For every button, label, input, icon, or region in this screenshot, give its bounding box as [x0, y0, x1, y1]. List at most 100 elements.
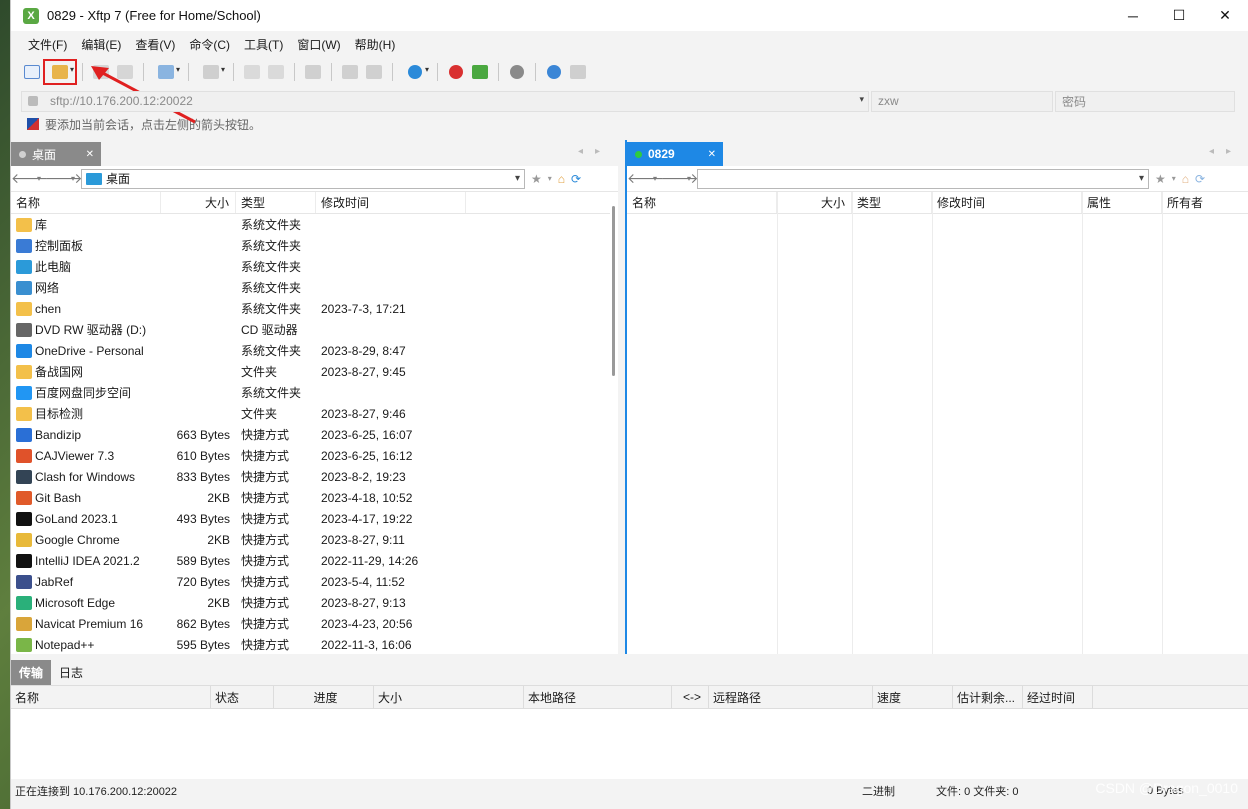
forward-icon[interactable]: 🡒	[661, 170, 699, 187]
col-direction[interactable]: <->	[672, 686, 709, 708]
close-tab-icon[interactable]: ✕	[86, 149, 94, 160]
favorites-star-icon[interactable]: ★	[531, 172, 542, 186]
local-scrollbar[interactable]	[610, 192, 618, 654]
table-row[interactable]: 库 系统文件夹	[11, 214, 618, 235]
col-type[interactable]: 类型	[852, 192, 932, 213]
remote-path-input[interactable]: ▾	[697, 168, 1149, 189]
table-row[interactable]: Google Chrome 2KB 快捷方式 2023-8-27, 9:11	[11, 529, 618, 550]
new-session-button[interactable]	[21, 61, 43, 83]
tab-scroll-arrows[interactable]: ◂▸	[578, 146, 612, 157]
col-name[interactable]: 名称	[11, 192, 161, 213]
table-row[interactable]: 网络 系统文件夹	[11, 277, 618, 298]
col-eta[interactable]: 估计剩余...	[953, 686, 1023, 708]
table-row[interactable]: 控制面板 系统文件夹	[11, 235, 618, 256]
menu-file[interactable]: 文件(F)	[21, 36, 74, 53]
table-row[interactable]: 目标检测 文件夹 2023-8-27, 9:46	[11, 403, 618, 424]
table-row[interactable]: Clash for Windows 833 Bytes 快捷方式 2023-8-2, …	[11, 466, 618, 487]
forward-history-icon[interactable]: ▾	[67, 174, 79, 183]
table-row[interactable]: chen 系统文件夹 2023-7-3, 17:21	[11, 298, 618, 319]
col-owner[interactable]: 所有者	[1162, 192, 1248, 213]
refresh-icon[interactable]: ⟳	[1195, 172, 1205, 186]
xftp-button[interactable]	[469, 61, 491, 83]
chevron-down-icon[interactable]: ▾	[859, 94, 864, 105]
table-row[interactable]: CAJViewer 7.3 610 Bytes 快捷方式 2023-6-25, 16:…	[11, 445, 618, 466]
new-file-button[interactable]	[241, 61, 263, 83]
chevron-down-icon[interactable]: ▾	[1139, 173, 1144, 184]
back-history-icon[interactable]: ▾	[33, 174, 45, 183]
table-row[interactable]: Bandizip 663 Bytes 快捷方式 2023-6-25, 16:07	[11, 424, 618, 445]
tab-remote-session[interactable]: 0829 ✕	[627, 142, 723, 166]
col-elapsed[interactable]: 经过时间	[1023, 686, 1093, 708]
table-row[interactable]: JabRef 720 Bytes 快捷方式 2023-5-4, 11:52	[11, 571, 618, 592]
table-row[interactable]: GoLand 2023.1 493 Bytes 快捷方式 2023-4-17, 19:…	[11, 508, 618, 529]
home-folder-icon[interactable]: ⌂	[558, 172, 565, 186]
menu-edit[interactable]: 编辑(E)	[74, 36, 128, 53]
table-row[interactable]: Git Bash 2KB 快捷方式 2023-4-18, 10:52	[11, 487, 618, 508]
table-row[interactable]: 百度网盘同步空间 系统文件夹	[11, 382, 618, 403]
table-row[interactable]: OneDrive - Personal 系统文件夹 2023-8-29, 8:47	[11, 340, 618, 361]
open-session-button[interactable]	[43, 59, 77, 85]
col-modified[interactable]: 修改时间	[932, 192, 1082, 213]
tab-transfer[interactable]: 传输	[11, 660, 52, 685]
file-size: 862 Bytes	[176, 616, 230, 631]
favorites-dropdown-icon[interactable]: ▾	[548, 174, 552, 183]
col-size[interactable]: 大小	[374, 686, 524, 708]
table-row[interactable]: Microsoft Edge 2KB 快捷方式 2023-8-27, 9:13	[11, 592, 618, 613]
encoding-button[interactable]	[400, 61, 430, 83]
local-path-input[interactable]: 桌面 ▾	[81, 168, 525, 189]
menu-tools[interactable]: 工具(T)	[237, 36, 290, 53]
col-name[interactable]: 名称	[11, 686, 211, 708]
col-status[interactable]: 状态	[211, 686, 274, 708]
col-size[interactable]: 大小	[777, 192, 852, 213]
tab-log[interactable]: 日志	[51, 660, 91, 685]
col-remote-path[interactable]: 远程路径	[709, 686, 873, 708]
back-history-icon[interactable]: ▾	[649, 174, 661, 183]
tab-desktop[interactable]: 桌面 ✕	[11, 142, 101, 166]
col-progress[interactable]: 进度	[274, 686, 374, 708]
forward-icon[interactable]: 🡒	[45, 170, 83, 187]
close-tab-icon[interactable]: ✕	[708, 149, 716, 160]
file-name: Git Bash	[35, 490, 82, 505]
minimize-button[interactable]: ─	[1110, 0, 1156, 31]
col-attributes[interactable]: 属性	[1082, 192, 1162, 213]
home-folder-icon[interactable]: ⌂	[1182, 172, 1189, 186]
menu-view[interactable]: 查看(V)	[128, 36, 182, 53]
table-row[interactable]: IntelliJ IDEA 2021.2 589 Bytes 快捷方式 2022-11…	[11, 550, 618, 571]
feedback-button[interactable]	[567, 61, 589, 83]
options-button[interactable]	[506, 61, 528, 83]
menu-help[interactable]: 帮助(H)	[348, 36, 403, 53]
sync-button[interactable]	[302, 61, 324, 83]
table-row[interactable]: 备战国网 文件夹 2023-8-27, 9:45	[11, 361, 618, 382]
col-speed[interactable]: 速度	[873, 686, 953, 708]
close-button[interactable]: ✕	[1202, 0, 1248, 31]
col-name[interactable]: 名称	[627, 192, 777, 213]
col-size[interactable]: 大小	[161, 192, 236, 213]
col-local-path[interactable]: 本地路径	[524, 686, 672, 708]
copy-file-button[interactable]	[265, 61, 287, 83]
bookmark-flag-icon[interactable]	[27, 118, 39, 130]
table-row[interactable]: DVD RW 驱动器 (D:) CD 驱动器	[11, 319, 618, 340]
refresh-icon[interactable]: ⟳	[571, 172, 581, 186]
menu-command[interactable]: 命令(C)	[182, 36, 237, 53]
host-input[interactable]: sftp://10.176.200.12:20022 ▾	[21, 90, 869, 112]
password-input[interactable]: 密码	[1055, 90, 1235, 112]
col-modified[interactable]: 修改时间	[316, 192, 466, 213]
table-row[interactable]: 此电脑 系统文件夹	[11, 256, 618, 277]
back-icon[interactable]: 🡐	[627, 170, 665, 187]
paste-button[interactable]	[363, 61, 385, 83]
help-button[interactable]	[543, 61, 565, 83]
back-icon[interactable]: 🡐	[11, 170, 49, 187]
xshell-button[interactable]	[445, 61, 467, 83]
chevron-down-icon[interactable]: ▾	[515, 173, 520, 184]
col-type[interactable]: 类型	[236, 192, 316, 213]
tab-scroll-arrows[interactable]: ◂▸	[1209, 146, 1243, 157]
table-row[interactable]: Navicat Premium 16 862 Bytes 快捷方式 2023-4-23…	[11, 613, 618, 634]
maximize-button[interactable]: ☐	[1156, 0, 1202, 31]
menu-window[interactable]: 窗口(W)	[290, 36, 347, 53]
username-input[interactable]: zxw	[871, 90, 1053, 112]
forward-history-icon[interactable]: ▾	[683, 174, 695, 183]
favorites-star-icon[interactable]: ★	[1155, 172, 1166, 186]
copy-button[interactable]	[339, 61, 361, 83]
favorites-dropdown-icon[interactable]: ▾	[1172, 174, 1176, 183]
table-row[interactable]: Notepad++ 595 Bytes 快捷方式 2022-11-3, 16:06	[11, 634, 618, 655]
